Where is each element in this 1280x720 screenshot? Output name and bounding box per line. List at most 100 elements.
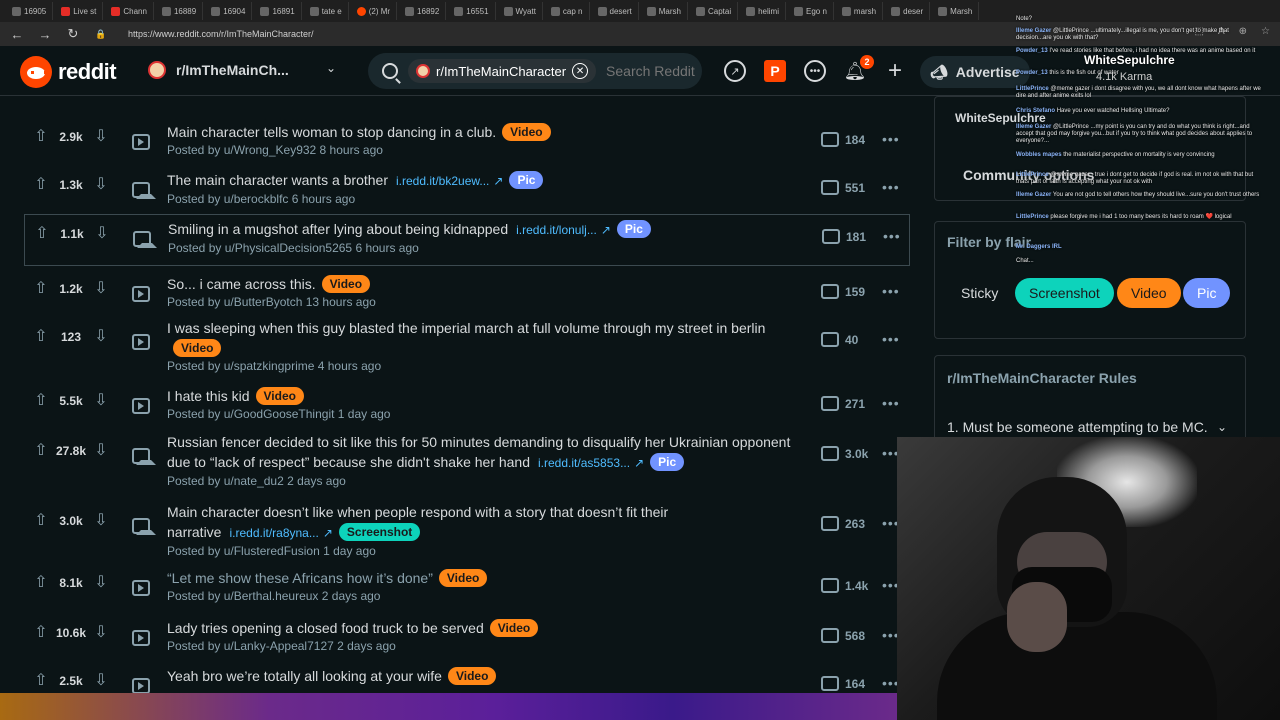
create-post-icon[interactable]: + bbox=[884, 57, 906, 84]
post-row[interactable]: ⇧ 1.1k ⇩ Smiling in a mugshot after lying a… bbox=[24, 214, 910, 266]
search-input[interactable] bbox=[606, 63, 697, 79]
browser-tab[interactable]: desert bbox=[592, 2, 639, 20]
upvote-arrow-icon[interactable]: ⇧ bbox=[32, 624, 50, 642]
downvote-arrow-icon[interactable]: ⇩ bbox=[92, 280, 110, 298]
external-link-icon[interactable]: ↗ bbox=[493, 174, 503, 188]
comments-button[interactable]: 184 bbox=[821, 132, 865, 147]
browser-tab[interactable]: tate e bbox=[304, 2, 349, 20]
video-thumbnail-icon[interactable] bbox=[132, 134, 150, 150]
external-link-icon[interactable]: ↗ bbox=[601, 223, 611, 237]
image-thumbnail-icon[interactable] bbox=[132, 518, 156, 535]
rule-item[interactable]: 1. Must be someone attempting to be MC. ⌄ bbox=[947, 418, 1237, 436]
comments-button[interactable]: 271 bbox=[821, 396, 865, 411]
flair-filter-chip[interactable]: Sticky bbox=[947, 278, 1012, 308]
upvote-arrow-icon[interactable]: ⇧ bbox=[32, 672, 50, 690]
bookmark-star-icon[interactable]: ☆ bbox=[1261, 26, 1270, 37]
post-flair[interactable]: Video bbox=[255, 387, 304, 405]
comments-button[interactable]: 568 bbox=[821, 628, 865, 643]
comments-button[interactable]: 263 bbox=[821, 516, 865, 531]
browser-tab[interactable]: Chann bbox=[105, 2, 154, 20]
post-title[interactable]: I hate this kid bbox=[167, 388, 250, 404]
post-row[interactable]: ⇧ 10.6k ⇩ Lady tries opening a closed food … bbox=[24, 614, 910, 662]
flair-filter-chip[interactable]: Video bbox=[1117, 278, 1181, 308]
upvote-arrow-icon[interactable]: ⇧ bbox=[32, 442, 50, 460]
image-thumbnail-icon[interactable] bbox=[132, 182, 156, 199]
browser-tab[interactable]: 16551 bbox=[448, 2, 496, 20]
site-info-icon[interactable]: 🔒 bbox=[94, 29, 108, 40]
more-options-icon[interactable]: ••• bbox=[883, 228, 901, 244]
post-external-link[interactable]: i.redd.it/ra8yna... bbox=[229, 526, 318, 540]
upvote-arrow-icon[interactable]: ⇧ bbox=[32, 128, 50, 146]
back-icon[interactable]: ← bbox=[10, 27, 24, 42]
post-flair[interactable]: Video bbox=[173, 339, 222, 357]
flair-filter-chip[interactable]: Pic bbox=[1183, 278, 1231, 308]
upvote-arrow-icon[interactable]: ⇧ bbox=[32, 328, 50, 346]
upvote-arrow-icon[interactable]: ⇧ bbox=[32, 574, 50, 592]
video-thumbnail-icon[interactable] bbox=[132, 630, 150, 646]
browser-tab[interactable]: cap n bbox=[545, 2, 590, 20]
video-thumbnail-icon[interactable] bbox=[132, 678, 150, 694]
downvote-arrow-icon[interactable]: ⇩ bbox=[92, 574, 110, 592]
reload-icon[interactable]: ↻ bbox=[66, 26, 80, 42]
browser-tab[interactable]: 16891 bbox=[254, 2, 302, 20]
post-flair[interactable]: Pic bbox=[650, 453, 685, 471]
browser-tab[interactable]: 16892 bbox=[399, 2, 447, 20]
downvote-arrow-icon[interactable]: ⇩ bbox=[93, 225, 111, 243]
downvote-arrow-icon[interactable]: ⇩ bbox=[92, 672, 110, 690]
post-flair[interactable]: Video bbox=[321, 275, 371, 293]
post-flair[interactable]: Pic bbox=[509, 171, 544, 189]
upvote-arrow-icon[interactable]: ⇧ bbox=[32, 392, 50, 410]
post-row[interactable]: ⇧ 2.9k ⇩ Main character tells woman to stop… bbox=[24, 118, 910, 166]
post-external-link[interactable]: i.redd.it/lonulj... bbox=[516, 223, 597, 237]
browser-tab[interactable]: Marsh bbox=[932, 2, 980, 20]
post-title[interactable]: Yeah bro we’re totally all looking at yo… bbox=[167, 668, 442, 684]
reddit-logo[interactable]: reddit bbox=[20, 56, 117, 88]
more-options-icon[interactable]: ••• bbox=[882, 395, 900, 411]
chat-icon[interactable]: ••• bbox=[804, 60, 826, 82]
close-icon[interactable]: ✕ bbox=[572, 63, 589, 79]
popular-icon[interactable]: ↗ bbox=[724, 60, 746, 82]
comments-button[interactable]: 164 bbox=[821, 676, 865, 691]
browser-tab[interactable]: Live st bbox=[55, 2, 104, 20]
image-thumbnail-icon[interactable] bbox=[133, 231, 157, 248]
image-thumbnail-icon[interactable] bbox=[132, 448, 156, 465]
post-flair[interactable]: Video bbox=[447, 667, 497, 685]
downvote-arrow-icon[interactable]: ⇩ bbox=[92, 512, 110, 530]
downvote-arrow-icon[interactable]: ⇩ bbox=[92, 392, 110, 410]
translate-icon[interactable]: A bbox=[1218, 26, 1225, 37]
browser-tab[interactable]: helimi bbox=[740, 2, 786, 20]
video-thumbnail-icon[interactable] bbox=[132, 334, 150, 350]
extension-icon[interactable]: ⬚ bbox=[1195, 26, 1204, 37]
advertise-button[interactable]: 📣︎ Advertise bbox=[920, 56, 1030, 88]
browser-tab[interactable]: (2) Mr bbox=[351, 2, 398, 20]
post-flair[interactable]: Screenshot bbox=[338, 523, 421, 541]
browser-tab[interactable]: Ego n bbox=[788, 2, 834, 20]
browser-tab[interactable]: Marsh bbox=[641, 2, 688, 20]
post-title[interactable]: “Let me show these Africans how it’s don… bbox=[167, 570, 433, 586]
zoom-icon[interactable]: ⊕ bbox=[1239, 26, 1247, 37]
subreddit-switcher[interactable]: r/ImTheMainCh... ⌄ bbox=[148, 61, 348, 79]
video-thumbnail-icon[interactable] bbox=[132, 398, 150, 414]
browser-tab[interactable]: Captai bbox=[690, 2, 739, 20]
video-thumbnail-icon[interactable] bbox=[132, 580, 150, 596]
upvote-arrow-icon[interactable]: ⇧ bbox=[32, 512, 50, 530]
comments-button[interactable]: 159 bbox=[821, 284, 865, 299]
post-flair[interactable]: Video bbox=[489, 619, 539, 637]
post-title[interactable]: The main character wants a brother bbox=[167, 172, 388, 188]
comments-button[interactable]: 551 bbox=[821, 180, 865, 195]
post-flair[interactable]: Video bbox=[502, 123, 551, 141]
community-options-label[interactable]: Community options bbox=[963, 167, 1094, 183]
external-link-icon[interactable]: ↗ bbox=[323, 526, 333, 540]
post-row[interactable]: ⇧ 2.5k ⇩ Yeah bro we’re totally all looking… bbox=[24, 662, 910, 696]
upvote-arrow-icon[interactable]: ⇧ bbox=[32, 280, 50, 298]
search-scope-chip[interactable]: r/ImTheMainCharacter ✕ bbox=[408, 59, 597, 83]
comments-button[interactable]: 40 bbox=[821, 332, 858, 347]
upvote-arrow-icon[interactable]: ⇧ bbox=[32, 176, 50, 194]
upvote-arrow-icon[interactable]: ⇧ bbox=[33, 225, 51, 243]
more-options-icon[interactable]: ••• bbox=[882, 131, 900, 147]
post-external-link[interactable]: i.redd.it/as5853... bbox=[538, 456, 630, 470]
comments-button[interactable]: 3.0k bbox=[821, 446, 868, 461]
more-options-icon[interactable]: ••• bbox=[882, 331, 900, 347]
post-row[interactable]: ⇧ 3.0k ⇩ Main character doesn’t like when p… bbox=[24, 498, 910, 564]
external-link-icon[interactable]: ↗ bbox=[634, 456, 644, 470]
